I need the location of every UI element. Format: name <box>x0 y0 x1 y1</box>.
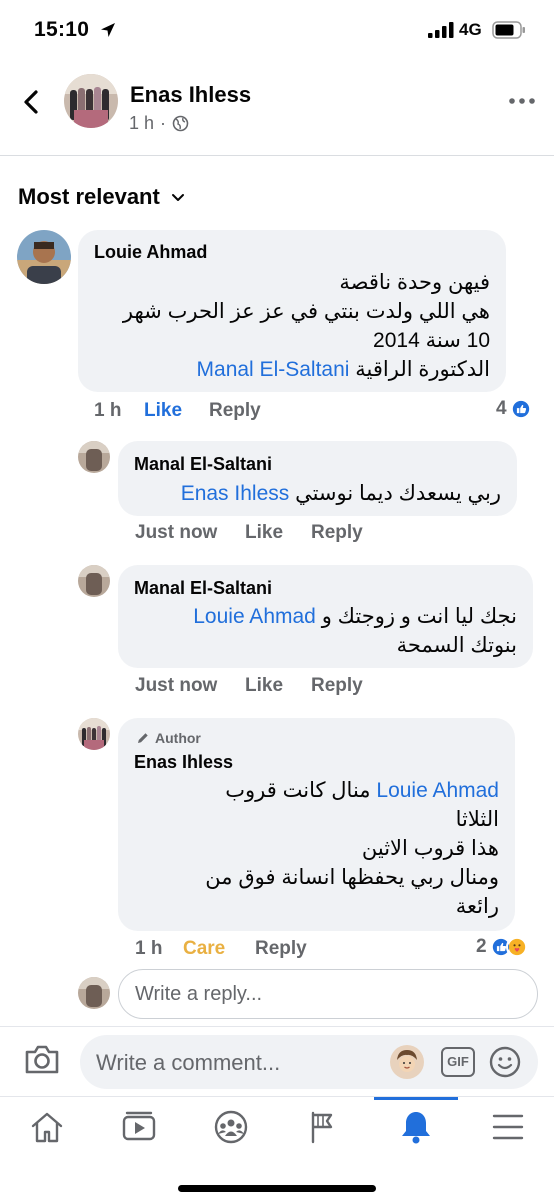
active-tab-indicator <box>374 1097 458 1100</box>
watch-icon[interactable] <box>119 1109 159 1145</box>
comment-actions: Just now Like Reply <box>135 522 535 548</box>
dot-separator: · <box>160 113 167 133</box>
pencil-icon <box>138 733 148 743</box>
comment-time: 1 h <box>94 400 122 421</box>
status-bar: 15:10 4G <box>0 0 554 60</box>
comment-text: نجك ليا انت و زوجتك و Louie Ahmad بنوتك … <box>132 602 517 660</box>
post-time: 1 h <box>129 113 155 133</box>
back-arrow-icon[interactable] <box>18 88 46 116</box>
avatar[interactable] <box>78 718 110 750</box>
comment-line-text: ربي يسعدك ديما نوستي <box>295 482 501 505</box>
comment-composer: Write a comment... GIF <box>0 1026 554 1096</box>
like-button[interactable]: Like <box>245 522 283 544</box>
comment-line: رائعة <box>455 895 499 918</box>
comment-input[interactable]: Write a comment... GIF <box>80 1035 538 1089</box>
avatar <box>78 977 110 1009</box>
author-badge-label: Author <box>155 730 201 746</box>
globe-icon <box>172 115 189 132</box>
comment-time: Just now <box>135 675 218 696</box>
reply-button[interactable]: Reply <box>255 938 307 960</box>
mention-link[interactable]: Louie Ahmad <box>376 779 499 802</box>
post-author-name[interactable]: Enas Ihless <box>130 82 251 108</box>
comment-line: Louie Ahmad منال كانت قروب <box>134 776 499 805</box>
comment-text: Louie Ahmad منال كانت قروب الثلاثا هذا ق… <box>134 776 499 921</box>
comment-bubble: Manal El-Saltani نجك ليا انت و زوجتك و L… <box>118 565 533 668</box>
reaction-summary[interactable]: 4 <box>496 398 532 420</box>
reply-button[interactable]: Reply <box>209 400 261 422</box>
comment-author-name[interactable]: Louie Ahmad <box>94 242 207 263</box>
emoji-icon[interactable] <box>488 1045 522 1079</box>
comment-author-name[interactable]: Enas Ihless <box>134 752 233 773</box>
comment-actions: 1 h Care Reply <box>135 938 435 964</box>
avatar-sticker-icon[interactable] <box>390 1045 424 1079</box>
avatar[interactable] <box>17 230 71 284</box>
gif-button[interactable]: GIF <box>441 1047 475 1077</box>
battery-icon <box>492 21 525 39</box>
reaction-count: 4 <box>496 398 507 419</box>
comment-line: هذا قروب الاثين <box>361 837 499 860</box>
reply-input[interactable]: Write a reply... <box>118 969 538 1019</box>
like-reaction-icon <box>509 398 532 420</box>
reaction-summary[interactable]: 2 <box>476 936 528 958</box>
more-options-icon[interactable] <box>508 96 536 106</box>
care-reaction-icon <box>505 936 528 958</box>
cell-signal-icon <box>428 22 454 38</box>
comment-line: نجك ليا انت و زوجتك و Louie Ahmad <box>132 602 517 631</box>
comment-text: فيهن وحدة ناقصة هي اللي ولدت بنتي في عز … <box>90 268 490 384</box>
comment-line-text: منال كانت قروب <box>225 779 371 802</box>
avatar[interactable] <box>64 74 118 128</box>
notifications-bell-icon[interactable] <box>396 1109 436 1145</box>
bottom-tab-bar <box>0 1096 554 1200</box>
comment-actions: 1 h Like Reply <box>94 400 544 426</box>
comment-line-text: نجك ليا انت و زوجتك و <box>321 605 517 628</box>
author-badge: Author <box>136 730 201 746</box>
comment-bubble: Author Enas Ihless Louie Ahmad منال كانت… <box>118 718 515 931</box>
comment-actions: Just now Like Reply <box>135 675 535 701</box>
status-time: 15:10 <box>34 18 90 41</box>
comment-line: 10 سنة 2014 <box>373 329 490 352</box>
comment-line: بنوتك السمحة <box>396 634 517 657</box>
like-button[interactable]: Like <box>144 400 182 422</box>
care-button[interactable]: Care <box>183 938 225 960</box>
home-icon[interactable] <box>27 1109 67 1145</box>
reaction-count: 2 <box>476 936 487 957</box>
comment-line: الدكتورة الراقية Manal El-Saltani <box>90 355 490 384</box>
avatar[interactable] <box>78 565 110 597</box>
mention-link[interactable]: Enas Ihless <box>181 482 290 505</box>
reply-button[interactable]: Reply <box>311 675 363 697</box>
sort-dropdown[interactable]: Most relevant <box>18 184 186 210</box>
post-header: Enas Ihless 1 h · <box>0 60 554 156</box>
menu-icon[interactable] <box>488 1109 528 1145</box>
comment-line: فيهن وحدة ناقصة <box>339 271 490 294</box>
comment-line: ومنال ربي يحفظها انسانة فوق من <box>205 866 499 889</box>
comment-text: ربي يسعدك ديما نوستي Enas Ihless <box>131 479 501 508</box>
reply-button[interactable]: Reply <box>311 522 363 544</box>
comment-author-name[interactable]: Manal El-Saltani <box>134 454 272 475</box>
comment-line-text: الدكتورة الراقية <box>355 358 490 381</box>
groups-icon[interactable] <box>211 1109 251 1145</box>
sort-label: Most relevant <box>18 184 160 209</box>
reply-placeholder: Write a reply... <box>135 983 263 1005</box>
comment-line: الثلاثا <box>455 808 499 831</box>
network-type: 4G <box>459 20 482 39</box>
comment-line: هي اللي ولدت بنتي في عز عز الحرب شهر <box>122 300 490 323</box>
home-indicator <box>178 1185 376 1192</box>
location-arrow-icon <box>101 23 115 37</box>
flag-icon[interactable] <box>303 1109 343 1145</box>
comment-bubble: Louie Ahmad فيهن وحدة ناقصة هي اللي ولدت… <box>78 230 506 392</box>
mention-link[interactable]: Manal El-Saltani <box>197 358 350 381</box>
like-button[interactable]: Like <box>245 675 283 697</box>
comment-time: Just now <box>135 522 218 543</box>
chevron-down-icon <box>171 194 184 201</box>
post-meta: 1 h · <box>129 113 189 134</box>
avatar[interactable] <box>78 441 110 473</box>
camera-icon[interactable] <box>24 1043 60 1075</box>
comment-time: 1 h <box>135 938 163 959</box>
comment-author-name[interactable]: Manal El-Saltani <box>134 578 272 599</box>
comment-placeholder: Write a comment... <box>96 1050 281 1075</box>
mention-link[interactable]: Louie Ahmad <box>193 605 316 628</box>
comment-bubble: Manal El-Saltani ربي يسعدك ديما نوستي En… <box>118 441 517 516</box>
